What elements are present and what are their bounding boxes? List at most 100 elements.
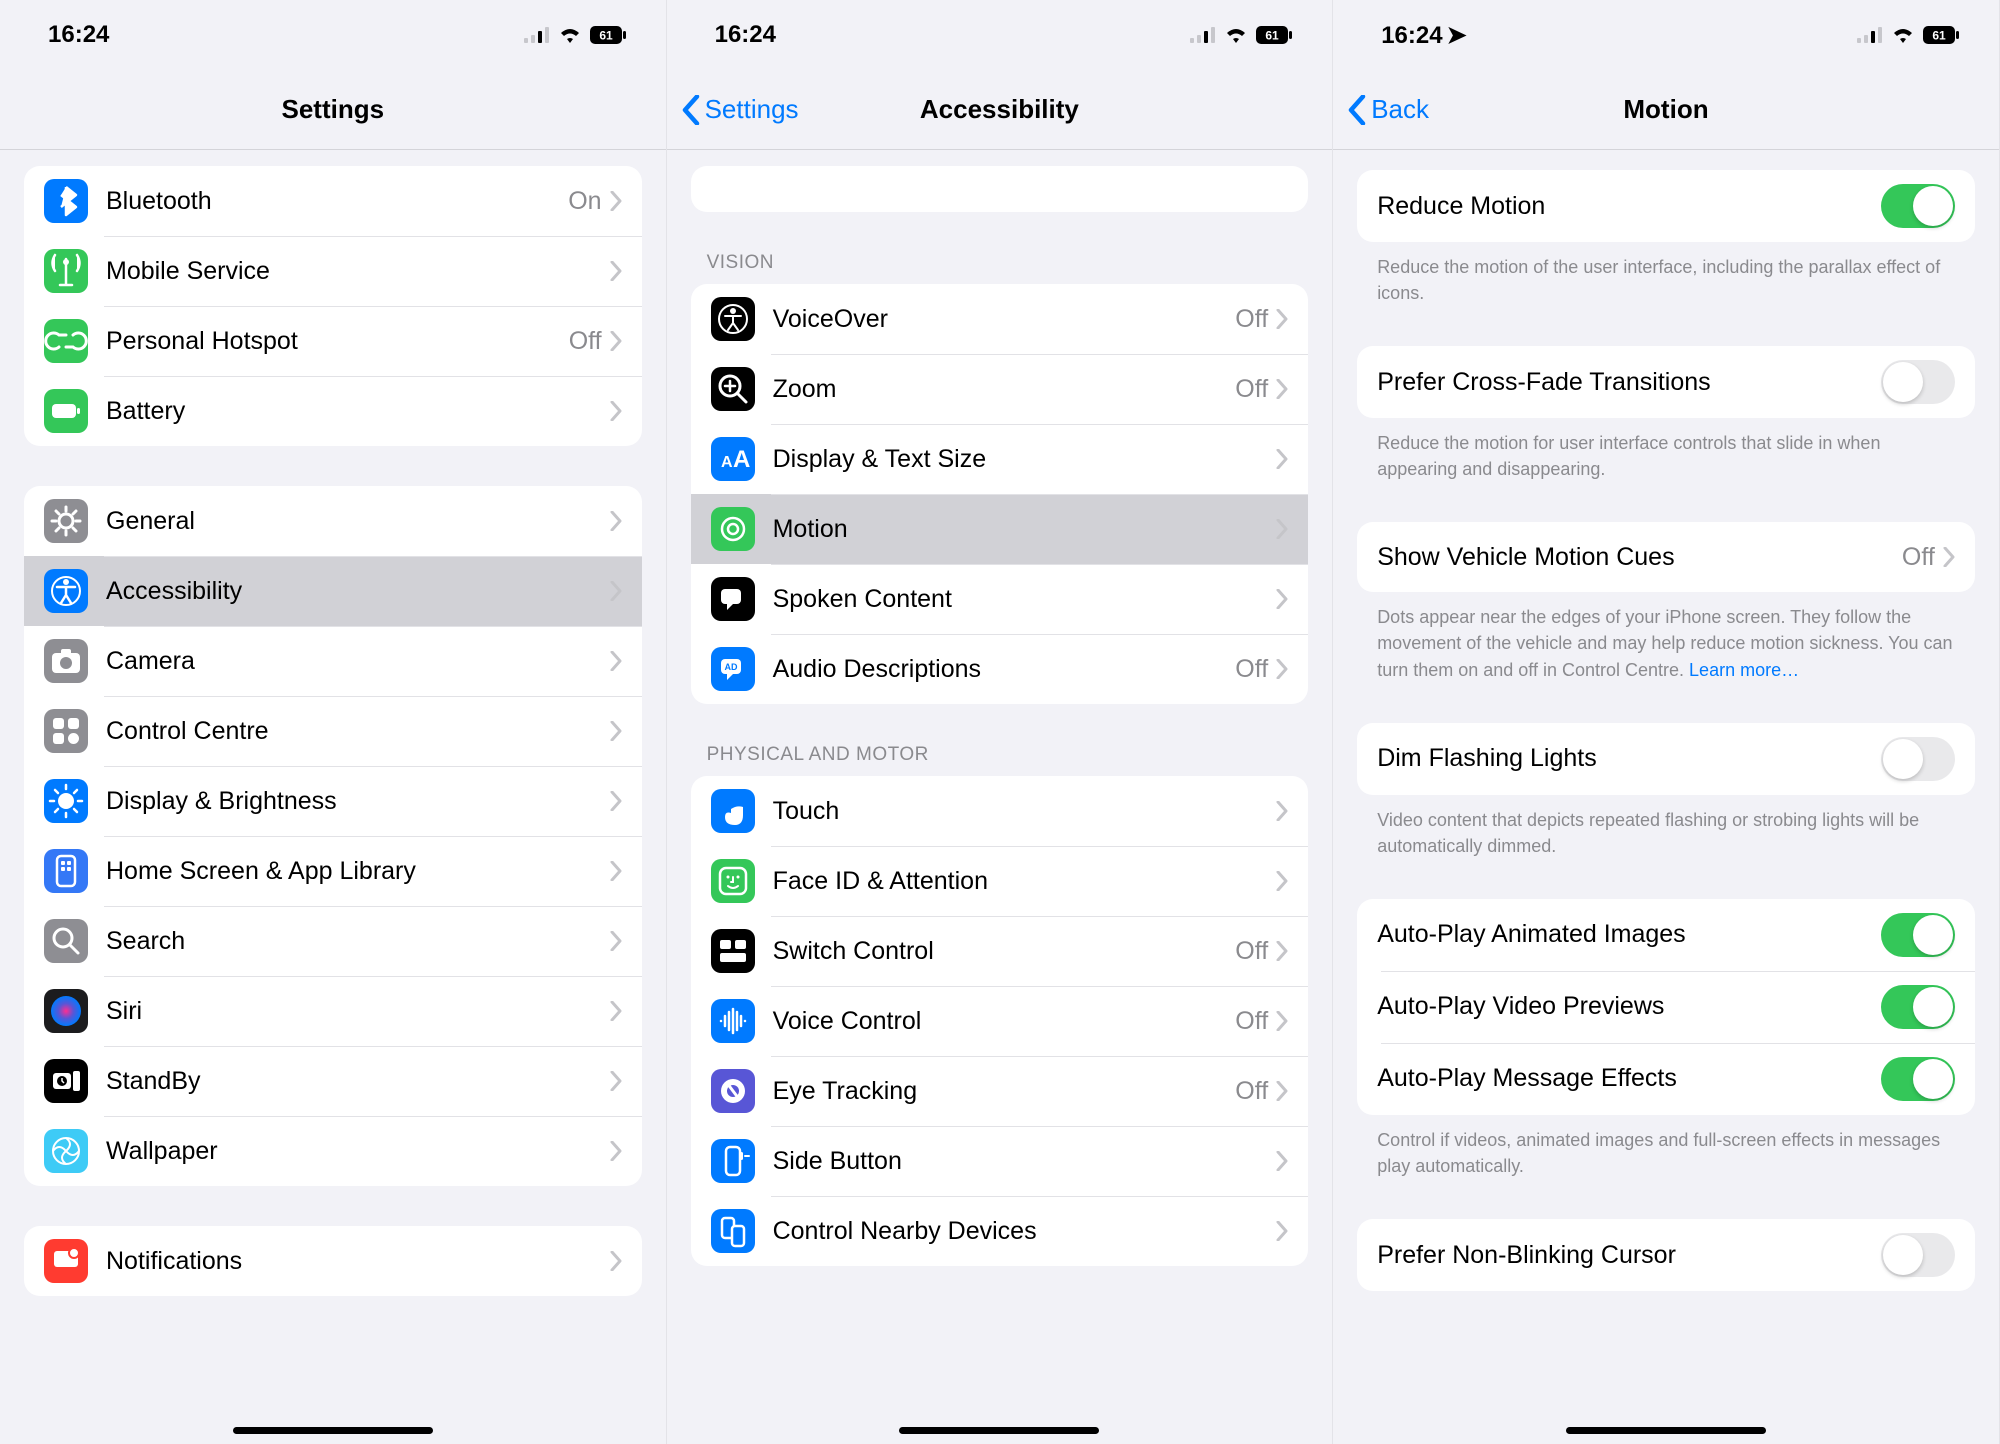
- home-indicator[interactable]: [1566, 1427, 1766, 1434]
- row-auto-images: Auto-Play Animated Images: [1357, 899, 1975, 971]
- row-camera[interactable]: Camera: [24, 626, 642, 696]
- cross-fade-toggle[interactable]: [1881, 360, 1955, 404]
- chevron-right-icon: [1943, 547, 1955, 567]
- row-personal-hotspot[interactable]: Personal Hotspot Off: [24, 306, 642, 376]
- eye-tracking-icon: [711, 1069, 755, 1113]
- row-general[interactable]: General: [24, 486, 642, 556]
- row-voiceover[interactable]: VoiceOver Off: [691, 284, 1309, 354]
- row-audio-desc[interactable]: AD Audio Descriptions Off: [691, 634, 1309, 704]
- row-touch[interactable]: Touch: [691, 776, 1309, 846]
- row-search[interactable]: Search: [24, 906, 642, 976]
- row-label: Personal Hotspot: [106, 327, 569, 356]
- auto-video-toggle[interactable]: [1881, 985, 1955, 1029]
- chevron-right-icon: [610, 721, 622, 741]
- chevron-right-icon: [610, 511, 622, 531]
- motion-scroll[interactable]: Reduce Motion Reduce the motion of the u…: [1333, 150, 1999, 1444]
- chevron-right-icon: [1276, 871, 1288, 891]
- reduce-motion-toggle[interactable]: [1881, 184, 1955, 228]
- row-motion[interactable]: Motion: [691, 494, 1309, 564]
- row-faceid[interactable]: Face ID & Attention: [691, 846, 1309, 916]
- row-siri[interactable]: Siri: [24, 976, 642, 1046]
- home-indicator[interactable]: [233, 1427, 433, 1434]
- home-screen-icon: [44, 849, 88, 893]
- row-nearby-devices[interactable]: Control Nearby Devices: [691, 1196, 1309, 1266]
- status-time: 16:24: [48, 21, 109, 49]
- row-label: VoiceOver: [773, 305, 1236, 334]
- row-notifications[interactable]: Notifications: [24, 1226, 642, 1296]
- accessibility-scroll[interactable]: VISION VoiceOver Off Zoom Off AA Display…: [667, 150, 1333, 1444]
- battery-icon: [44, 389, 88, 433]
- back-label: Back: [1371, 94, 1429, 125]
- row-display[interactable]: Display & Brightness: [24, 766, 642, 836]
- status-time: 16:24➤: [1381, 21, 1467, 50]
- chevron-right-icon: [1276, 519, 1288, 539]
- svg-text:61: 61: [1266, 29, 1280, 43]
- chevron-right-icon: [610, 401, 622, 421]
- footer-vehicle-cues: Dots appear near the edges of your iPhon…: [1357, 592, 1975, 682]
- row-mobile-service[interactable]: Mobile Service: [24, 236, 642, 306]
- cellular-icon: [1857, 27, 1883, 43]
- row-label: Spoken Content: [773, 585, 1277, 614]
- wifi-icon: [558, 26, 582, 44]
- chevron-right-icon: [610, 861, 622, 881]
- zoom-icon: [711, 367, 755, 411]
- dim-flashing-toggle[interactable]: [1881, 737, 1955, 781]
- learn-more-link[interactable]: Learn more…: [1689, 660, 1799, 680]
- row-switch-control[interactable]: Switch Control Off: [691, 916, 1309, 986]
- row-wallpaper[interactable]: Wallpaper: [24, 1116, 642, 1186]
- row-label: Siri: [106, 997, 610, 1026]
- touch-icon: [711, 789, 755, 833]
- wifi-icon: [1891, 26, 1915, 44]
- row-control-centre[interactable]: Control Centre: [24, 696, 642, 766]
- row-zoom[interactable]: Zoom Off: [691, 354, 1309, 424]
- row-value: Off: [569, 327, 602, 356]
- faceid-icon: [711, 859, 755, 903]
- row-label: Voice Control: [773, 1007, 1236, 1036]
- row-standby[interactable]: StandBy: [24, 1046, 642, 1116]
- footer-cross-fade: Reduce the motion for user interface con…: [1357, 418, 1975, 482]
- non-blinking-toggle[interactable]: [1881, 1233, 1955, 1277]
- row-accessibility[interactable]: Accessibility: [24, 556, 642, 626]
- row-label: Bluetooth: [106, 187, 568, 216]
- home-indicator[interactable]: [899, 1427, 1099, 1434]
- row-value: Off: [1235, 937, 1268, 966]
- row-battery[interactable]: Battery: [24, 376, 642, 446]
- row-vehicle-cues[interactable]: Show Vehicle Motion Cues Off: [1357, 522, 1975, 592]
- back-button[interactable]: Back: [1333, 94, 1429, 125]
- chevron-right-icon: [610, 791, 622, 811]
- row-home-screen[interactable]: Home Screen & App Library: [24, 836, 642, 906]
- battery-icon: 61: [1256, 26, 1292, 44]
- auto-message-toggle[interactable]: [1881, 1057, 1955, 1101]
- notifications-icon: [44, 1239, 88, 1283]
- row-bluetooth[interactable]: Bluetooth On: [24, 166, 642, 236]
- row-label: Zoom: [773, 375, 1236, 404]
- status-icons: 61: [1190, 26, 1292, 44]
- siri-icon: [44, 989, 88, 1033]
- row-value: Off: [1902, 543, 1935, 572]
- nav-bar: Settings Accessibility: [667, 70, 1333, 150]
- row-label: Switch Control: [773, 937, 1236, 966]
- row-eye-tracking[interactable]: Eye Tracking Off: [691, 1056, 1309, 1126]
- row-voice-control[interactable]: Voice Control Off: [691, 986, 1309, 1056]
- row-label: StandBy: [106, 1067, 610, 1096]
- row-label: Wallpaper: [106, 1137, 610, 1166]
- row-label: Face ID & Attention: [773, 867, 1277, 896]
- row-spoken-content[interactable]: Spoken Content: [691, 564, 1309, 634]
- row-label: Audio Descriptions: [773, 655, 1236, 684]
- back-button[interactable]: Settings: [667, 94, 799, 125]
- footer-dim-flashing: Video content that depicts repeated flas…: [1357, 795, 1975, 859]
- row-value: Off: [1235, 1007, 1268, 1036]
- row-side-button[interactable]: Side Button: [691, 1126, 1309, 1196]
- motion-icon: [711, 507, 755, 551]
- chevron-right-icon: [1276, 1151, 1288, 1171]
- row-display-text[interactable]: AA Display & Text Size: [691, 424, 1309, 494]
- row-label: Reduce Motion: [1377, 192, 1881, 221]
- auto-images-toggle[interactable]: [1881, 913, 1955, 957]
- row-auto-video: Auto-Play Video Previews: [1357, 971, 1975, 1043]
- settings-scroll[interactable]: Bluetooth On Mobile Service Personal Hot…: [0, 150, 666, 1444]
- nav-bar: Settings: [0, 70, 666, 150]
- chevron-right-icon: [610, 1141, 622, 1161]
- display-icon: [44, 779, 88, 823]
- cellular-icon: [524, 27, 550, 43]
- row-value: On: [568, 187, 601, 216]
